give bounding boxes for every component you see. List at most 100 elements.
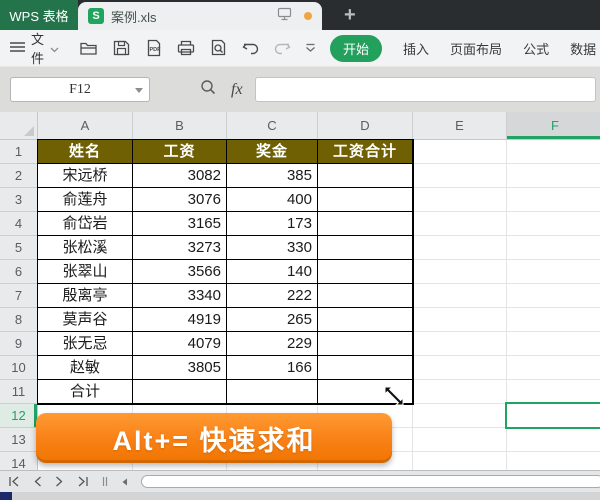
cell-D5[interactable]	[318, 236, 413, 260]
cell-B5[interactable]: 3273	[133, 236, 227, 260]
cell-D10[interactable]	[318, 356, 413, 380]
col-header-B[interactable]: B	[133, 112, 227, 140]
cell-A10[interactable]: 赵敏	[38, 356, 133, 380]
cell-B6[interactable]: 3566	[133, 260, 227, 284]
cell-C6[interactable]: 140	[227, 260, 318, 284]
cell-B4[interactable]: 3165	[133, 212, 227, 236]
col-header-C[interactable]: C	[227, 112, 318, 140]
select-all-corner[interactable]	[0, 112, 38, 140]
row-header-3[interactable]: 3	[0, 188, 38, 212]
splitter-handle-icon[interactable]	[102, 476, 108, 487]
cell-B9[interactable]: 4079	[133, 332, 227, 356]
ribbon-tab-页面布局[interactable]: 页面布局	[450, 39, 502, 58]
export-pdf-icon[interactable]: PDF	[144, 39, 163, 57]
cell-E2[interactable]	[413, 164, 507, 188]
document-tab[interactable]: S 案例.xls	[78, 2, 322, 30]
undo-icon[interactable]	[241, 40, 260, 56]
cell-F7[interactable]	[507, 284, 600, 308]
row-header-10[interactable]: 10	[0, 356, 38, 380]
cell-C11[interactable]	[227, 380, 318, 404]
cell-A7[interactable]: 殷离亭	[38, 284, 133, 308]
cell-E11[interactable]	[413, 380, 507, 404]
cell-C1[interactable]: 奖金	[227, 140, 318, 164]
file-menu[interactable]: 文件	[10, 29, 59, 67]
cell-D9[interactable]	[318, 332, 413, 356]
cell-A5[interactable]: 张松溪	[38, 236, 133, 260]
row-header-6[interactable]: 6	[0, 260, 38, 284]
cell-F9[interactable]	[507, 332, 600, 356]
scroll-left-button[interactable]	[121, 478, 128, 486]
col-header-D[interactable]: D	[318, 112, 413, 140]
row-header-13[interactable]: 13	[0, 428, 38, 452]
new-tab-button[interactable]: +	[344, 0, 356, 30]
cell-F4[interactable]	[507, 212, 600, 236]
formula-input[interactable]	[255, 77, 596, 102]
row-header-8[interactable]: 8	[0, 308, 38, 332]
cell-F8[interactable]	[507, 308, 600, 332]
customize-toolbar-icon[interactable]	[305, 43, 316, 53]
cell-E9[interactable]	[413, 332, 507, 356]
cell-E13[interactable]	[413, 428, 507, 452]
print-preview-icon[interactable]	[209, 39, 228, 57]
cell-B1[interactable]: 工资	[133, 140, 227, 164]
cell-C2[interactable]: 385	[227, 164, 318, 188]
cell-A11[interactable]: 合计	[38, 380, 133, 404]
open-folder-icon[interactable]	[79, 39, 99, 57]
cell-E4[interactable]	[413, 212, 507, 236]
cell-F5[interactable]	[507, 236, 600, 260]
cell-C10[interactable]: 166	[227, 356, 318, 380]
cell-B7[interactable]: 3340	[133, 284, 227, 308]
cell-A4[interactable]: 俞岱岩	[38, 212, 133, 236]
col-header-A[interactable]: A	[38, 112, 133, 140]
ribbon-tab-开始[interactable]: 开始	[330, 35, 382, 62]
cell-A8[interactable]: 莫声谷	[38, 308, 133, 332]
cell-C3[interactable]: 400	[227, 188, 318, 212]
last-sheet-button[interactable]	[77, 476, 89, 487]
cell-F14[interactable]	[507, 452, 600, 470]
cell-C8[interactable]: 265	[227, 308, 318, 332]
cell-B10[interactable]: 3805	[133, 356, 227, 380]
cell-A6[interactable]: 张翠山	[38, 260, 133, 284]
row-header-11[interactable]: 11	[0, 380, 38, 404]
cell-D6[interactable]	[318, 260, 413, 284]
row-header-9[interactable]: 9	[0, 332, 38, 356]
save-icon[interactable]	[112, 39, 131, 57]
cell-F1[interactable]	[507, 140, 600, 164]
cell-D2[interactable]	[318, 164, 413, 188]
cell-B3[interactable]: 3076	[133, 188, 227, 212]
cell-E6[interactable]	[413, 260, 507, 284]
cell-A2[interactable]: 宋远桥	[38, 164, 133, 188]
cell-E12[interactable]	[413, 404, 507, 428]
cell-F13[interactable]	[507, 428, 600, 452]
search-icon[interactable]	[200, 79, 217, 101]
row-header-14[interactable]: 14	[0, 452, 38, 470]
row-header-2[interactable]: 2	[0, 164, 38, 188]
row-header-1[interactable]: 1	[0, 140, 38, 164]
cell-A3[interactable]: 俞莲舟	[38, 188, 133, 212]
cell-E7[interactable]	[413, 284, 507, 308]
cell-E1[interactable]	[413, 140, 507, 164]
cell-F10[interactable]	[507, 356, 600, 380]
ribbon-tab-插入[interactable]: 插入	[403, 39, 429, 58]
cell-B8[interactable]: 4919	[133, 308, 227, 332]
cell-B11[interactable]	[133, 380, 227, 404]
app-home-tab[interactable]: WPS 表格	[0, 0, 78, 30]
cell-D3[interactable]	[318, 188, 413, 212]
cell-D8[interactable]	[318, 308, 413, 332]
cell-E5[interactable]	[413, 236, 507, 260]
prev-sheet-button[interactable]	[33, 476, 42, 487]
cell-D4[interactable]	[318, 212, 413, 236]
cell-F11[interactable]	[507, 380, 600, 404]
cell-C7[interactable]: 222	[227, 284, 318, 308]
cell-D1[interactable]: 工资合计	[318, 140, 413, 164]
cell-C5[interactable]: 330	[227, 236, 318, 260]
cell-F6[interactable]	[507, 260, 600, 284]
sync-monitor-icon[interactable]	[277, 7, 292, 26]
print-icon[interactable]	[176, 39, 196, 57]
row-header-5[interactable]: 5	[0, 236, 38, 260]
cell-C4[interactable]: 173	[227, 212, 318, 236]
cell-B2[interactable]: 3082	[133, 164, 227, 188]
row-header-4[interactable]: 4	[0, 212, 38, 236]
cell-A9[interactable]: 张无忌	[38, 332, 133, 356]
redo-icon[interactable]	[273, 40, 292, 56]
